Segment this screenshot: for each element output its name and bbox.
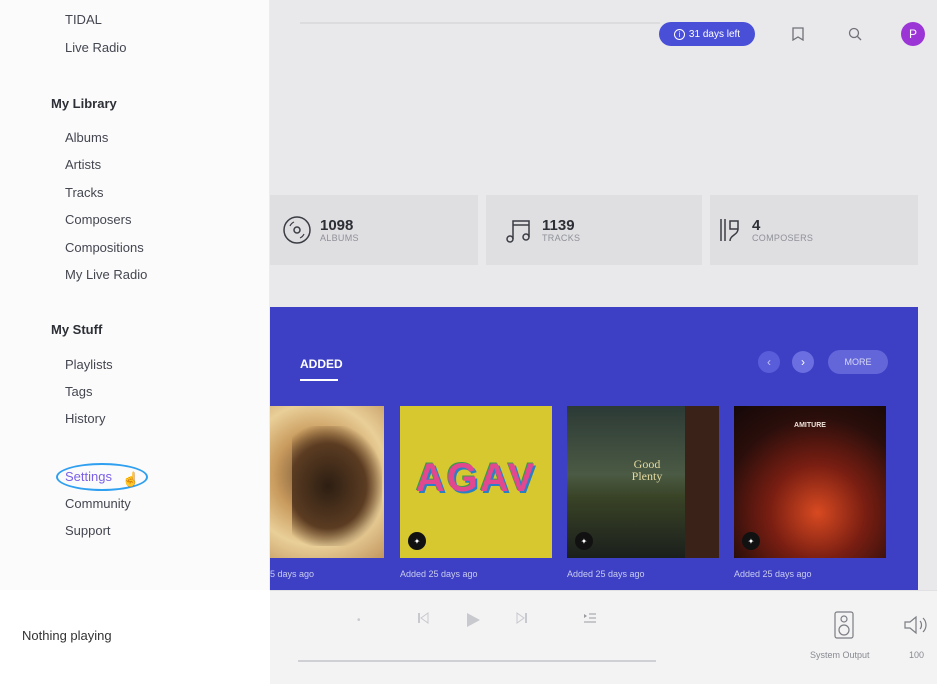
sidebar-item-artists[interactable]: Artists (65, 157, 101, 172)
bookmark-icon[interactable] (786, 22, 810, 46)
album-caption: Added 25 days ago (567, 569, 645, 579)
previous-track-icon[interactable] (417, 612, 429, 627)
queue-icon[interactable] (583, 612, 597, 627)
album-caption: Added 25 days ago (400, 569, 478, 579)
album-cover[interactable]: AMITURE ✦ (734, 406, 886, 558)
stat-albums[interactable]: 1098 ALBUMS (270, 195, 478, 265)
album-art-title: Good Plenty (631, 457, 663, 483)
sidebar-item-my-live-radio[interactable]: My Live Radio (65, 267, 147, 282)
album-cover[interactable]: AGAV ✦ (400, 406, 552, 558)
shuffle-icon[interactable]: • (357, 615, 361, 626)
avatar[interactable]: P (901, 22, 925, 46)
album-caption: 5 days ago (270, 569, 315, 579)
stat-composers[interactable]: 4 COMPOSERS (710, 195, 918, 265)
tab-added[interactable]: ADDED (300, 357, 343, 371)
tidal-icon: ✦ (408, 532, 426, 550)
top-search-line (300, 22, 660, 24)
prev-button[interactable]: ‹ (758, 351, 780, 373)
tracks-count: 1139 (542, 216, 575, 234)
sidebar-item-albums[interactable]: Albums (65, 130, 108, 145)
sidebar-item-support[interactable]: Support (65, 523, 111, 538)
hand-cursor-icon: ☝ (122, 471, 140, 487)
tidal-icon: ✦ (742, 532, 760, 550)
sidebar-item-history[interactable]: History (65, 411, 105, 426)
music-note-icon (506, 220, 530, 243)
trial-badge[interactable]: i 31 days left (659, 22, 755, 46)
album-cover[interactable]: Good Plenty ✦ (567, 406, 719, 558)
search-icon[interactable] (843, 22, 867, 46)
chevron-right-icon: › (801, 355, 805, 369)
album-disc-icon (283, 216, 311, 244)
chevron-left-icon: ‹ (767, 355, 771, 369)
next-button[interactable]: › (792, 351, 814, 373)
avatar-letter: P (908, 27, 917, 41)
next-track-icon[interactable] (516, 612, 528, 627)
album-caption: Added 25 days ago (734, 569, 812, 579)
sidebar-item-tidal[interactable]: TIDAL (65, 12, 102, 27)
composer-icon (720, 219, 739, 242)
album-art-title: AGAV (415, 456, 537, 500)
now-playing-label: Nothing playing (22, 628, 112, 643)
stat-tracks[interactable]: 1139 TRACKS (486, 195, 702, 265)
info-icon: i (673, 28, 685, 40)
volume-value: 100 (909, 650, 925, 660)
section-heading-my-library: My Library (51, 96, 117, 111)
more-button[interactable]: MORE (828, 350, 888, 374)
sidebar: TIDAL Live Radio My Library Albums Artis… (0, 0, 270, 590)
speaker-icon[interactable] (834, 611, 854, 644)
volume-icon[interactable] (903, 614, 929, 641)
tab-underline (300, 379, 338, 381)
trial-label: 31 days left (688, 28, 741, 40)
sidebar-item-playlists[interactable]: Playlists (65, 357, 113, 372)
album-art-title: AMITURE (794, 422, 826, 429)
albums-label: ALBUMS (320, 232, 359, 243)
composers-label: COMPOSERS (752, 232, 814, 243)
section-heading-my-stuff: My Stuff (51, 322, 103, 337)
play-icon[interactable] (465, 612, 481, 631)
sidebar-item-composers[interactable]: Composers (65, 212, 131, 227)
sidebar-item-community[interactable]: Community (65, 496, 131, 511)
sidebar-item-tracks[interactable]: Tracks (65, 185, 104, 200)
sidebar-item-tags[interactable]: Tags (65, 384, 92, 399)
sidebar-item-live-radio[interactable]: Live Radio (65, 40, 126, 55)
albums-count: 1098 (320, 216, 354, 234)
system-output-label[interactable]: System Output (810, 650, 870, 660)
progress-bar[interactable] (298, 660, 656, 662)
tracks-label: TRACKS (542, 232, 581, 243)
tidal-icon: ✦ (575, 532, 593, 550)
sidebar-item-compositions[interactable]: Compositions (65, 240, 144, 255)
composers-count: 4 (752, 216, 761, 234)
